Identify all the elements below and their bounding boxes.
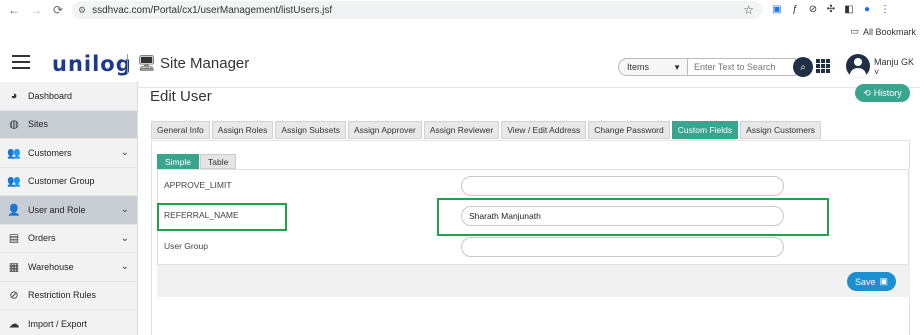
sidebar-item-label: Import / Export	[28, 318, 88, 329]
approve-limit-field[interactable]	[461, 176, 784, 196]
chevron-down-icon: ⌄	[120, 204, 129, 216]
extension-icon[interactable]: ⊘	[806, 2, 820, 16]
user-menu[interactable]: Manju GK ˅	[874, 57, 920, 77]
sidebar-item-dashboard[interactable]: ◕ Dashboard	[0, 82, 137, 111]
puzzle-icon[interactable]: ✣	[824, 2, 838, 16]
globe-icon: ◍	[9, 118, 19, 131]
tab-assign-subsets[interactable]: Assign Subsets	[275, 121, 346, 139]
sidebar-item-customers[interactable]: 👥 Customers ⌄	[0, 139, 137, 168]
bookmarks-button[interactable]: ▭ All Bookmark	[850, 26, 916, 37]
chevron-down-icon: ⌄	[120, 147, 129, 159]
chevron-down-icon: ▼	[673, 62, 681, 72]
forward-arrow-icon[interactable]: →	[28, 2, 44, 18]
tab-general-info[interactable]: General Info	[151, 121, 210, 139]
sidebar-item-label: User and Role	[28, 204, 86, 215]
orders-icon: ▤	[8, 232, 20, 245]
users-icon: 👥	[7, 147, 21, 160]
sidebar: ◕ Dashboard ◍ Sites 👥 Customers ⌄ 👥 Customer Gro…	[0, 82, 138, 335]
sidebar-item-restriction-rules[interactable]: ⊘ Restriction Rules	[0, 282, 137, 310]
tab-assign-reviewer[interactable]: Assign Reviewer	[423, 121, 500, 139]
sidebar-item-customer-group[interactable]: 👥 Customer Group	[0, 168, 137, 196]
save-button[interactable]: Save ▣	[847, 272, 896, 291]
tab-view-edit-address[interactable]: View / Edit Address	[501, 121, 587, 139]
tab-change-password[interactable]: Change Password	[588, 121, 670, 139]
sidebar-item-label: Restriction Rules	[28, 290, 97, 301]
search-category-select[interactable]: Items ▼	[618, 58, 688, 76]
sidebar-item-import-export[interactable]: ☁ Import / Export	[0, 310, 137, 335]
sidebar-item-label: Warehouse	[28, 261, 74, 272]
tab-custom-fields[interactable]: Custom Fields	[671, 121, 739, 139]
user-group-icon: 👥	[7, 175, 21, 188]
ban-icon: ⊘	[9, 289, 19, 302]
app-header: unilog 🖥 Site Manager Items ▼ ⌕ Manju GK…	[0, 40, 920, 88]
sidebar-item-label: Dashboard	[28, 90, 73, 101]
sidebar-item-warehouse[interactable]: ▦ Warehouse ⌄	[0, 253, 137, 282]
custom-fields-subtabs: Simple Table	[157, 154, 237, 169]
dashboard-icon: ◕	[10, 89, 18, 102]
back-arrow-icon[interactable]: ←	[6, 2, 22, 18]
extension-icon[interactable]: ƒ	[788, 2, 802, 16]
sidebar-item-label: Orders	[28, 233, 56, 244]
warehouse-icon: ▦	[8, 261, 20, 274]
page-title: Edit User	[150, 88, 212, 105]
approve-limit-label: APPROVE_LIMIT	[164, 180, 232, 190]
sidebar-item-label: Customers	[28, 147, 72, 158]
tab-assign-customers[interactable]: Assign Customers	[740, 121, 822, 139]
search-input[interactable]	[688, 58, 796, 76]
subtab-simple[interactable]: Simple	[157, 154, 199, 169]
address-bar[interactable]: ⚙ ssdhvac.com/Portal/cx1/userManagement/…	[72, 1, 762, 19]
hamburger-menu-icon[interactable]	[12, 55, 30, 69]
chevron-down-icon: ⌄	[120, 261, 129, 273]
sidebar-item-user-and-role[interactable]: 👤 User and Role ⌄	[0, 196, 137, 225]
history-button[interactable]: ⟲ History	[855, 84, 910, 102]
subtab-table[interactable]: Table	[199, 154, 237, 169]
monitor-gear-icon: 🖥	[137, 55, 157, 72]
chevron-down-icon: ⌄	[120, 232, 129, 244]
sidebar-item-label: Customer Group	[28, 176, 95, 187]
url-text: ssdhvac.com/Portal/cx1/userManagement/li…	[92, 4, 333, 16]
history-icon: ⟲	[863, 87, 871, 98]
search-icon[interactable]: ⌕	[793, 57, 813, 77]
bookmark-star-icon[interactable]: ☆	[743, 3, 754, 17]
side-panel-icon[interactable]: ◧	[842, 2, 856, 16]
sidebar-item-sites[interactable]: ◍ Sites	[0, 110, 137, 139]
divider	[127, 54, 128, 74]
extension-icon[interactable]: ▣	[770, 2, 784, 16]
folder-icon: ▭	[850, 26, 859, 36]
site-info-icon[interactable]: ⚙	[78, 5, 86, 16]
tab-assign-approver[interactable]: Assign Approver	[347, 121, 422, 139]
label-highlight-box	[157, 203, 287, 231]
tab-assign-roles[interactable]: Assign Roles	[211, 121, 274, 139]
unilog-logo[interactable]: unilog	[52, 52, 132, 76]
app-grid-icon[interactable]	[816, 59, 830, 73]
user-group-field[interactable]	[461, 237, 784, 257]
sidebar-item-orders[interactable]: ▤ Orders ⌄	[0, 225, 137, 253]
edit-user-tabs: General Info Assign Roles Assign Subsets As…	[151, 121, 822, 139]
reload-icon[interactable]: ⟳	[50, 2, 66, 18]
menu-dots-icon[interactable]: ⋮	[878, 2, 892, 16]
user-group-label: User Group	[164, 241, 208, 251]
avatar[interactable]	[846, 54, 870, 78]
cloud-upload-icon: ☁	[8, 318, 20, 331]
browser-toolbar: ← → ⟳ ⚙ ssdhvac.com/Portal/cx1/userManag…	[0, 0, 920, 20]
sidebar-item-label: Sites	[28, 119, 49, 130]
floppy-disk-icon: ▣	[879, 276, 889, 286]
field-highlight-box	[437, 198, 829, 236]
user-role-icon: 👤	[7, 204, 21, 217]
site-manager-title: 🖥 Site Manager	[137, 54, 250, 73]
profile-icon[interactable]: ●	[860, 2, 874, 16]
